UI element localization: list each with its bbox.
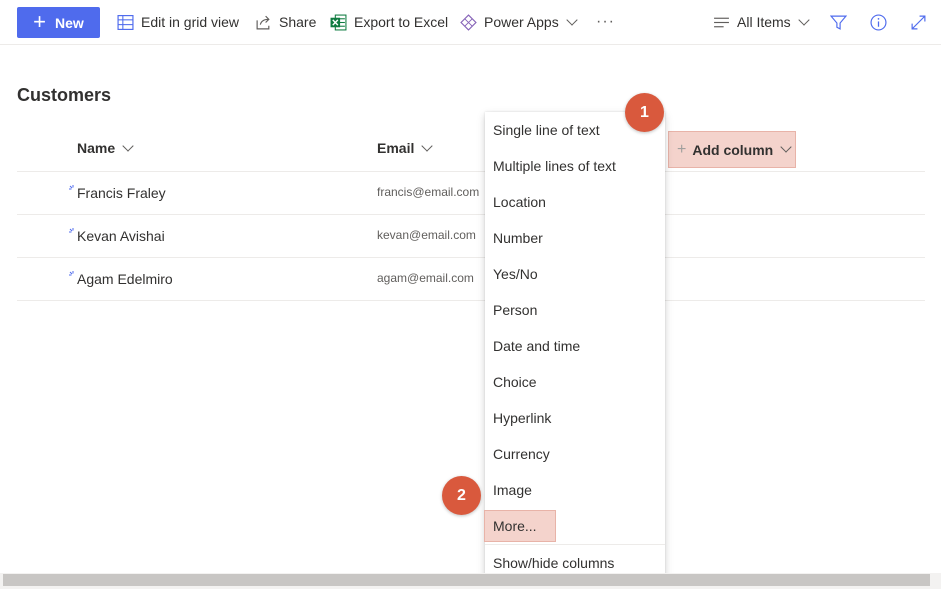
menu-item-currency[interactable]: Currency <box>485 436 665 472</box>
row-divider <box>17 257 925 258</box>
chevron-down-icon <box>780 141 792 153</box>
column-header-email[interactable]: Email <box>377 139 434 156</box>
step-badge-2: 2 <box>442 476 481 515</box>
share-button[interactable]: Share <box>254 0 316 44</box>
menu-item-multiple-lines-text[interactable]: Multiple lines of text <box>485 148 665 184</box>
row-divider <box>17 300 925 301</box>
row-divider <box>17 171 925 172</box>
expand-button[interactable] <box>909 0 934 44</box>
filter-icon <box>829 13 847 31</box>
export-to-excel-button[interactable]: Export to Excel <box>329 0 448 44</box>
row-email: francis@email.com <box>377 185 480 199</box>
export-to-excel-label: Export to Excel <box>354 14 449 30</box>
chevron-down-icon <box>798 13 810 26</box>
row-email: agam@email.com <box>377 271 474 285</box>
menu-item-number[interactable]: Number <box>485 220 665 256</box>
row-name[interactable]: Francis Fraley <box>77 185 166 201</box>
edit-grid-view-button[interactable]: Edit in grid view <box>116 0 239 44</box>
new-item-icon <box>69 180 77 190</box>
menu-item-image[interactable]: Image <box>485 472 665 508</box>
excel-icon <box>329 13 347 31</box>
power-apps-icon <box>459 13 477 31</box>
menu-item-hyperlink[interactable]: Hyperlink <box>485 400 665 436</box>
edit-grid-view-label: Edit in grid view <box>141 14 240 30</box>
filter-button[interactable] <box>829 0 854 44</box>
plus-icon: + <box>677 140 687 158</box>
add-column-button[interactable]: + Add column <box>668 131 796 168</box>
view-lines-icon <box>712 13 730 31</box>
row-name[interactable]: Agam Edelmiro <box>77 271 173 287</box>
new-button-label: New <box>55 14 84 31</box>
step-badge-1: 1 <box>625 93 664 132</box>
new-item-icon <box>69 223 77 233</box>
menu-item-more[interactable]: More... <box>485 508 665 544</box>
view-selector[interactable]: All Items <box>712 0 810 44</box>
chevron-down-icon <box>421 139 434 152</box>
new-button[interactable]: + New <box>17 7 100 38</box>
menu-item-location[interactable]: Location <box>485 184 665 220</box>
scrollbar-thumb[interactable] <box>3 574 930 586</box>
new-item-icon <box>69 266 77 276</box>
column-header-label: Name <box>77 140 116 156</box>
column-header-label: Email <box>377 140 415 156</box>
page-title: Customers <box>17 85 112 105</box>
menu-item-choice[interactable]: Choice <box>485 364 665 400</box>
power-apps-button[interactable]: Power Apps <box>459 0 578 44</box>
info-button[interactable] <box>869 0 894 44</box>
menu-item-date-time[interactable]: Date and time <box>485 328 665 364</box>
share-label: Share <box>279 14 317 30</box>
more-actions-label: ··· <box>596 13 615 30</box>
row-email: kevan@email.com <box>377 228 476 242</box>
plus-icon: + <box>33 8 47 34</box>
column-header-name[interactable]: Name <box>77 139 134 156</box>
share-icon <box>254 13 272 31</box>
row-divider <box>17 214 925 215</box>
command-bar: + New Edit in grid view Share Export to … <box>0 0 941 45</box>
menu-item-yes-no[interactable]: Yes/No <box>485 256 665 292</box>
chevron-down-icon <box>566 13 578 26</box>
grid-icon <box>116 13 134 31</box>
view-selector-label: All Items <box>737 14 791 30</box>
more-actions-button[interactable]: ··· <box>596 0 615 44</box>
horizontal-scrollbar[interactable] <box>0 573 941 589</box>
row-name[interactable]: Kevan Avishai <box>77 228 165 244</box>
add-column-label: Add column <box>692 141 774 158</box>
info-icon <box>869 13 887 31</box>
chevron-down-icon <box>122 139 134 152</box>
power-apps-label: Power Apps <box>484 14 559 30</box>
expand-icon <box>909 13 927 31</box>
menu-item-person[interactable]: Person <box>485 292 665 328</box>
